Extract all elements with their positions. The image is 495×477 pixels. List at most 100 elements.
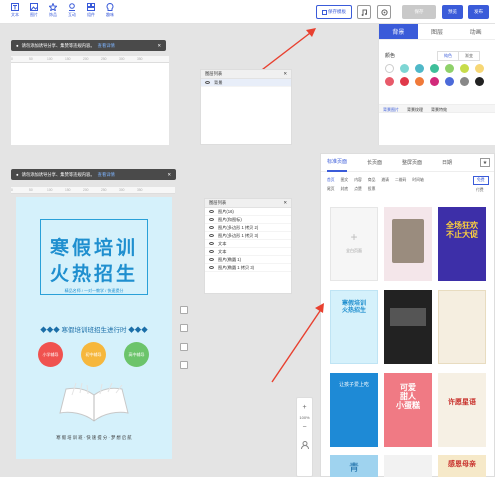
template-card[interactable] (384, 455, 432, 477)
template-card[interactable]: 感恩母亲 (438, 455, 486, 477)
bg-image-tab[interactable]: 背景图片 (379, 105, 403, 112)
bg-effect-tab[interactable]: 背景特效 (427, 105, 451, 112)
grid-icon[interactable] (180, 343, 188, 351)
tool-decoration[interactable]: 饰品 (45, 3, 61, 18)
color-swatch[interactable] (460, 64, 469, 73)
color-swatch[interactable] (415, 64, 424, 73)
editor-canvas[interactable] (11, 63, 169, 145)
user-icon[interactable] (300, 441, 309, 449)
category-item[interactable]: 首页 (327, 178, 335, 183)
property-panel: 背景 图层 动画 颜色 纯色 渐变 背景图片 背景纹理 背景特效 (378, 24, 495, 145)
category-item[interactable]: 商品 (368, 178, 376, 183)
free-badge[interactable]: 免费 (473, 176, 489, 185)
export-icon[interactable] (180, 361, 188, 369)
category-item[interactable]: 时间轴 (412, 178, 423, 183)
color-swatch[interactable] (415, 77, 424, 86)
template-card[interactable] (384, 290, 432, 364)
template-card[interactable]: 让孩子爱上吃 (330, 373, 378, 447)
color-swatch[interactable] (385, 77, 394, 86)
layers-icon[interactable] (180, 324, 188, 332)
category-item[interactable]: 图文 (341, 178, 349, 183)
layer-item[interactable]: 图片(多边形 1 拷贝 2) (205, 224, 291, 232)
layer-item[interactable]: 文本 (205, 248, 291, 256)
star-icon[interactable]: ★ (480, 158, 490, 167)
blank-page-template[interactable]: + 全白页面 (330, 207, 378, 281)
category-item[interactable]: 二维码 (395, 178, 406, 183)
zoom-in-button[interactable]: + (297, 404, 312, 411)
tool-text[interactable]: 文本 (7, 3, 23, 18)
tool-image[interactable]: 图片 (26, 3, 42, 18)
gradient-tab[interactable]: 渐变 (459, 52, 479, 60)
eye-icon[interactable] (205, 81, 210, 84)
tool-fun[interactable]: 趣味 (102, 3, 118, 18)
template-card[interactable]: 青 (330, 455, 378, 477)
layer-item[interactable]: 图片(椭圆 1 拷贝 3) (205, 264, 291, 272)
eye-icon[interactable] (209, 266, 214, 269)
close-icon[interactable]: ✕ (283, 71, 287, 77)
color-swatch[interactable] (400, 64, 409, 73)
bg-texture-tab[interactable]: 背景纹理 (403, 105, 427, 112)
category-item[interactable]: 投票 (368, 187, 376, 192)
color-swatch[interactable] (460, 77, 469, 86)
template-card[interactable]: 可爱 甜人 小蛋糕 (384, 373, 432, 447)
close-icon[interactable]: ✕ (283, 200, 287, 206)
copy-icon[interactable] (180, 306, 188, 314)
tool-label: 饰品 (49, 12, 57, 17)
tab-long-page[interactable]: 长页面 (367, 159, 382, 166)
eye-icon[interactable] (209, 234, 214, 237)
template-card[interactable] (438, 290, 486, 364)
ruler-tick: 300 (119, 188, 125, 192)
zoom-out-button[interactable]: − (297, 424, 312, 431)
template-card[interactable]: 全场狂欢 不止大促 (438, 207, 486, 281)
tab-standard-page[interactable]: 标准页面 (327, 153, 348, 172)
category-item[interactable]: 邀请 (381, 178, 389, 183)
eye-icon[interactable] (209, 242, 214, 245)
settings-button[interactable] (377, 5, 391, 19)
tab-layers[interactable]: 图层 (418, 24, 457, 39)
layer-item[interactable]: 图片(和图标) (205, 216, 291, 224)
paid-badge[interactable]: 付费 (473, 187, 487, 194)
eye-icon[interactable] (209, 218, 214, 221)
color-swatch[interactable] (430, 64, 439, 73)
layer-item[interactable]: 图片(椭圆 1) (205, 256, 291, 264)
color-swatch[interactable] (385, 64, 394, 73)
category-item[interactable]: 封底 (341, 187, 349, 192)
color-swatch[interactable] (475, 77, 484, 86)
eye-icon[interactable] (209, 210, 214, 213)
music-button[interactable] (357, 5, 371, 19)
layer-item[interactable]: 图片(16) (205, 208, 291, 216)
tool-interaction[interactable]: 互动 (64, 3, 80, 18)
poster-canvas[interactable]: 寒假培训 火热招生 精品名师 / 一对一教学 / 快速提分 ◆◆◆ 寒假培训班招… (16, 197, 172, 459)
color-swatch[interactable] (430, 77, 439, 86)
publish-button[interactable]: 发布 (468, 5, 489, 19)
preview-button[interactable]: 预览 (442, 5, 463, 19)
category-item[interactable]: 点赞 (354, 187, 362, 192)
category-item[interactable]: 内容 (354, 178, 362, 183)
notice-link[interactable]: 查看详情 (98, 172, 115, 178)
close-icon[interactable]: ✕ (157, 43, 161, 49)
color-swatch[interactable] (445, 64, 454, 73)
tab-background[interactable]: 背景 (379, 24, 418, 39)
template-card[interactable] (384, 207, 432, 281)
close-icon[interactable]: ✕ (167, 172, 171, 178)
tab-animation[interactable]: 动画 (456, 24, 495, 39)
eye-icon[interactable] (209, 258, 214, 261)
eye-icon[interactable] (209, 226, 214, 229)
layer-item[interactable]: 图片(多边形 1 拷贝 3) (205, 232, 291, 240)
solid-color-tab[interactable]: 纯色 (438, 52, 459, 60)
layer-item-label: 图片(椭圆 1) (218, 256, 242, 262)
color-swatch[interactable] (445, 77, 454, 86)
color-swatch[interactable] (475, 64, 484, 73)
layer-item[interactable]: 背景 (201, 79, 291, 87)
color-swatch[interactable] (400, 77, 409, 86)
layer-item[interactable]: 文本 (205, 240, 291, 248)
tab-date[interactable]: 日期 (442, 159, 452, 166)
save-template-button[interactable]: 保存模板 (316, 5, 352, 19)
eye-icon[interactable] (209, 250, 214, 253)
template-card[interactable]: 许愿星语 (438, 373, 486, 447)
notice-link[interactable]: 查看详情 (98, 43, 115, 49)
tool-component[interactable]: 组件 (83, 3, 99, 18)
category-item[interactable]: 尾页 (327, 187, 335, 192)
tab-fullscreen-page[interactable]: 整屏页面 (402, 159, 422, 166)
template-card-selected[interactable]: 寒假培训 火热招生 (330, 290, 378, 364)
